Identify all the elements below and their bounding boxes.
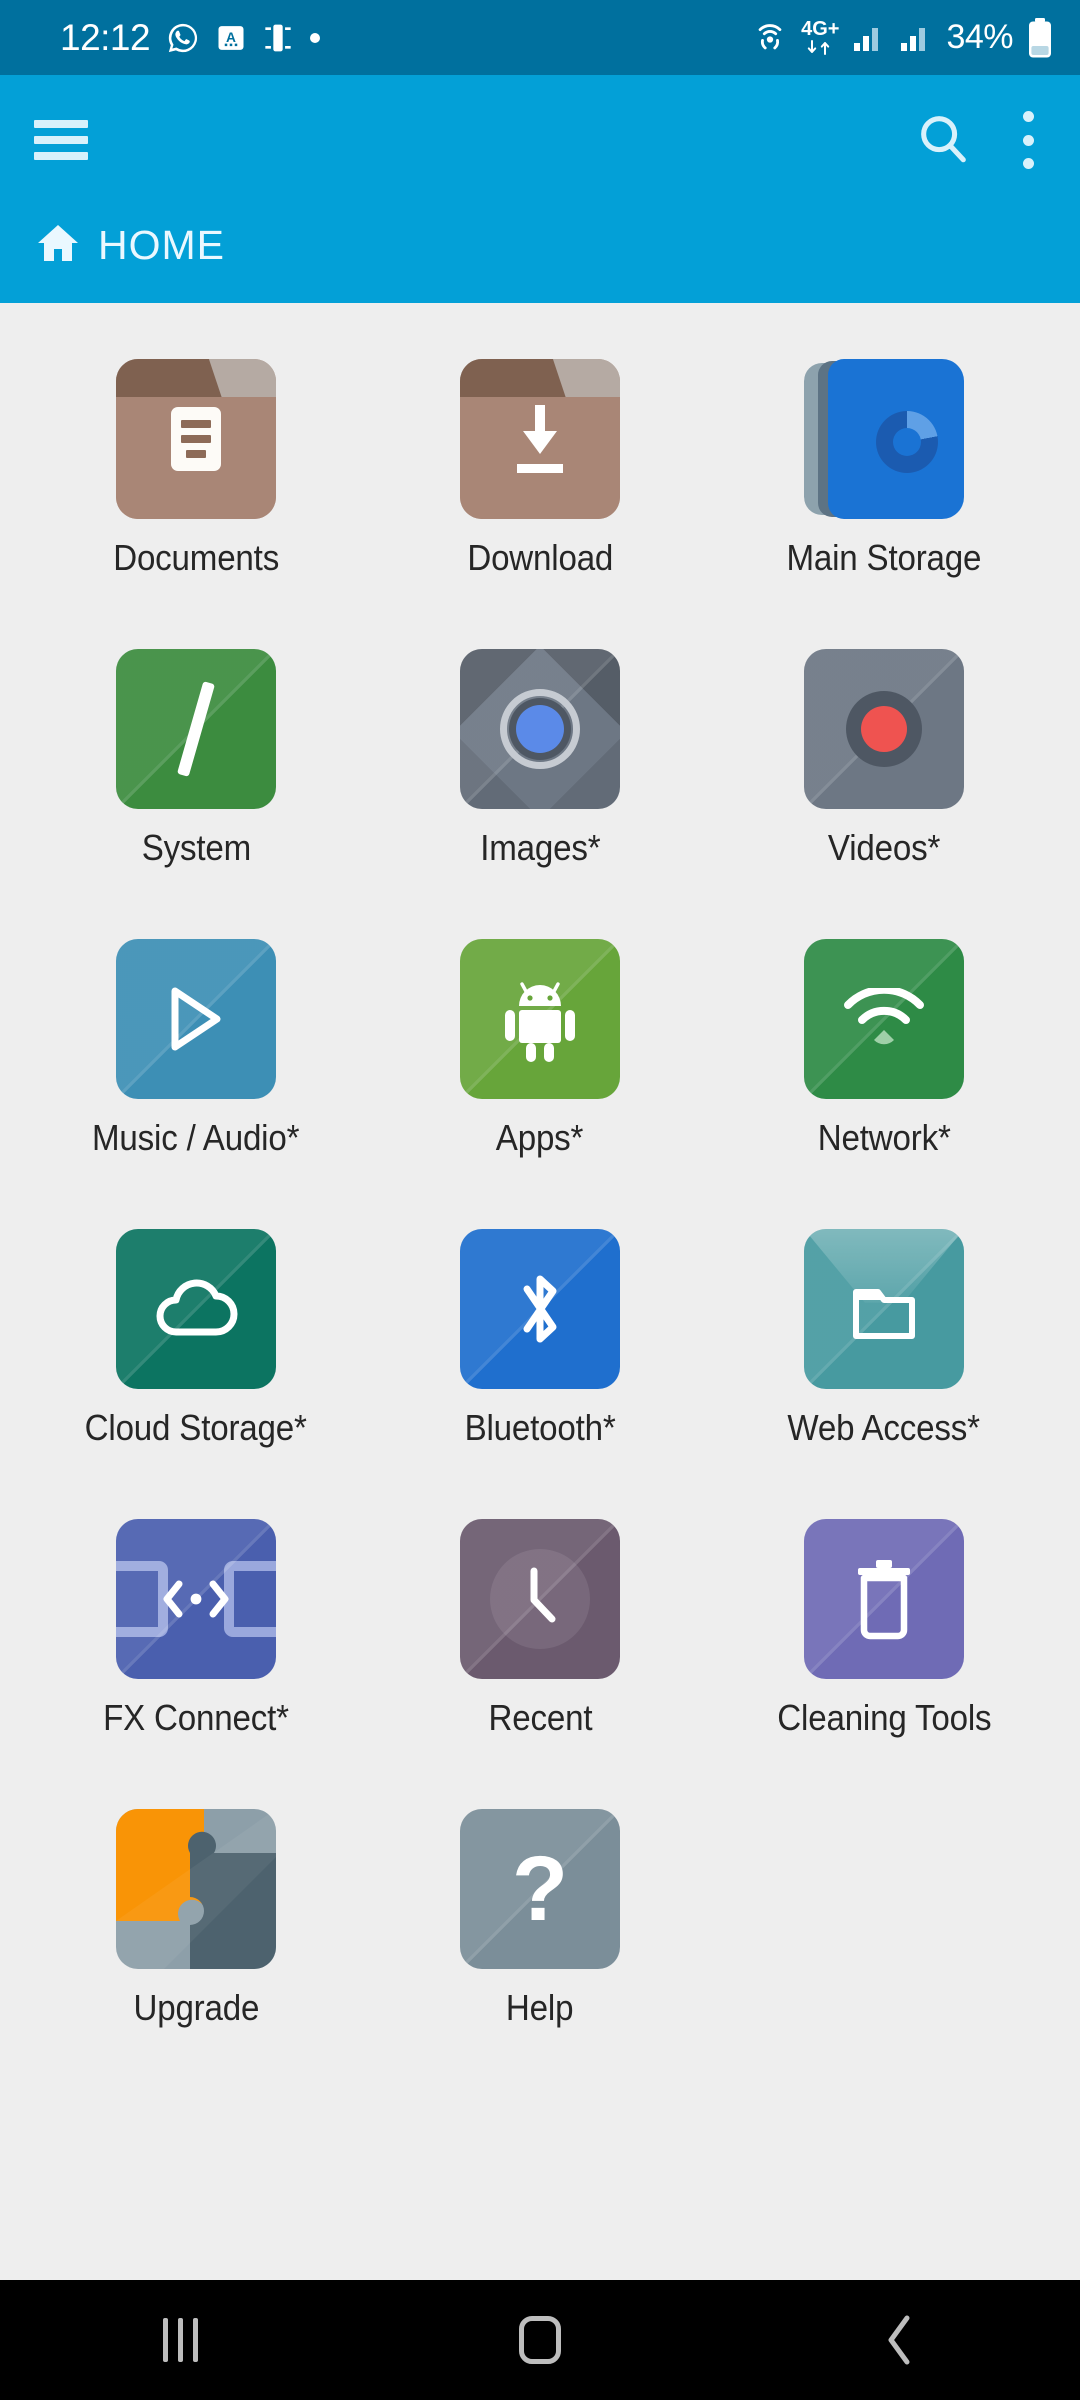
grid-item-help[interactable]: ? Help — [368, 1809, 712, 2099]
grid-item-recent[interactable]: Recent — [368, 1519, 712, 1809]
grid-item-documents[interactable]: Documents — [24, 359, 368, 649]
grid-item-label: Main Storage — [786, 537, 982, 578]
signal-bars-sim2-icon — [899, 24, 933, 52]
shortcut-grid: Documents Download Main Storage System I… — [0, 303, 1080, 2099]
wifi-icon — [804, 939, 964, 1099]
grid-item-label: Bluetooth* — [464, 1407, 616, 1448]
grid-item-label: Documents — [113, 537, 279, 578]
grid-item-music-audio[interactable]: Music / Audio* — [24, 939, 368, 1229]
grid-item-label: System — [141, 827, 251, 868]
grid-item-bluetooth[interactable]: Bluetooth* — [368, 1229, 712, 1519]
root-slash-icon — [116, 649, 276, 809]
device-storage-icon — [804, 359, 964, 519]
network-type-label: 4G+ — [801, 17, 840, 40]
camera-lens-icon — [460, 649, 620, 809]
puzzle-piece-icon — [116, 1809, 276, 1969]
grid-item-label: Network* — [817, 1117, 951, 1158]
grid-item-label: FX Connect* — [103, 1697, 289, 1738]
web-folder-icon — [804, 1229, 964, 1389]
app-bar-top-row — [0, 75, 1080, 205]
recents-icon — [162, 2318, 198, 2362]
grid-item-label: Web Access* — [787, 1407, 981, 1448]
grid-item-system[interactable]: System — [24, 649, 368, 939]
grid-item-videos[interactable]: Videos* — [712, 649, 1056, 939]
cloud-icon — [116, 1229, 276, 1389]
battery-icon — [1026, 17, 1054, 58]
record-dot-icon — [804, 649, 964, 809]
devices-connect-icon — [116, 1519, 276, 1679]
home-square-icon — [519, 2316, 561, 2364]
folder-download-icon — [460, 359, 620, 519]
grid-empty-slot — [712, 1809, 1056, 2099]
breadcrumb-label: HOME — [98, 221, 225, 268]
app-bar: HOME — [0, 75, 1080, 303]
dot-indicator — [310, 32, 321, 43]
folder-documents-icon — [116, 359, 276, 519]
status-bar: 12:12 A 4G+ 34% — [0, 0, 1080, 75]
hotspot-icon — [752, 20, 788, 56]
screen-mirror-icon — [262, 22, 294, 54]
grid-item-label: Apps* — [496, 1117, 584, 1158]
data-transfer-arrows — [808, 39, 830, 55]
grid-item-web-access[interactable]: Web Access* — [712, 1229, 1056, 1519]
question-mark-icon: ? — [460, 1809, 620, 1969]
system-navigation-bar — [0, 2280, 1080, 2400]
trash-can-icon — [804, 1519, 964, 1679]
overflow-menu-icon[interactable] — [1020, 111, 1036, 169]
svg-text:A: A — [226, 29, 236, 44]
bluetooth-icon — [460, 1229, 620, 1389]
grid-item-upgrade[interactable]: Upgrade — [24, 1809, 368, 2099]
grid-item-apps[interactable]: Apps* — [368, 939, 712, 1229]
grid-item-download[interactable]: Download — [368, 359, 712, 649]
grid-item-main-storage[interactable]: Main Storage — [712, 359, 1056, 649]
status-clock: 12:12 — [60, 16, 151, 58]
back-chevron-icon — [880, 2312, 920, 2368]
search-icon[interactable] — [914, 109, 972, 172]
nav-home-button[interactable] — [450, 2280, 630, 2400]
grid-item-label: Music / Audio* — [92, 1117, 300, 1158]
nav-back-button[interactable] — [810, 2280, 990, 2400]
home-icon — [34, 219, 82, 272]
grid-item-label: Videos* — [827, 827, 941, 868]
grid-item-label: Cleaning Tools — [776, 1697, 992, 1738]
breadcrumb[interactable]: HOME — [0, 205, 1080, 285]
home-content: Documents Download Main Storage System I… — [0, 303, 1080, 2400]
grid-item-cloud-storage[interactable]: Cloud Storage* — [24, 1229, 368, 1519]
battery-percent-label: 34% — [946, 18, 1013, 56]
grid-item-label: Upgrade — [133, 1987, 259, 2028]
status-bar-right: 4G+ 34% — [752, 17, 1054, 58]
app-bar-actions — [914, 109, 1036, 172]
grid-item-label: Download — [467, 537, 613, 578]
network-type-indicator: 4G+ — [801, 19, 839, 57]
hamburger-menu-icon[interactable] — [32, 117, 90, 163]
whatsapp-icon — [166, 21, 200, 55]
grid-item-network[interactable]: Network* — [712, 939, 1056, 1229]
android-robot-icon — [460, 939, 620, 1099]
grid-item-images[interactable]: Images* — [368, 649, 712, 939]
grid-item-fx-connect[interactable]: FX Connect* — [24, 1519, 368, 1809]
status-bar-left: 12:12 A — [60, 16, 321, 59]
alphabet-keyboard-icon: A — [216, 23, 246, 53]
grid-item-label: Recent — [488, 1697, 592, 1738]
grid-item-label: Cloud Storage* — [84, 1407, 308, 1448]
signal-bars-sim1-icon — [852, 24, 886, 52]
grid-item-label: Help — [506, 1987, 574, 2028]
grid-item-label: Images* — [479, 827, 601, 868]
grid-item-cleaning-tools[interactable]: Cleaning Tools — [712, 1519, 1056, 1809]
clock-icon — [460, 1519, 620, 1679]
play-triangle-icon — [116, 939, 276, 1099]
nav-recents-button[interactable] — [90, 2280, 270, 2400]
